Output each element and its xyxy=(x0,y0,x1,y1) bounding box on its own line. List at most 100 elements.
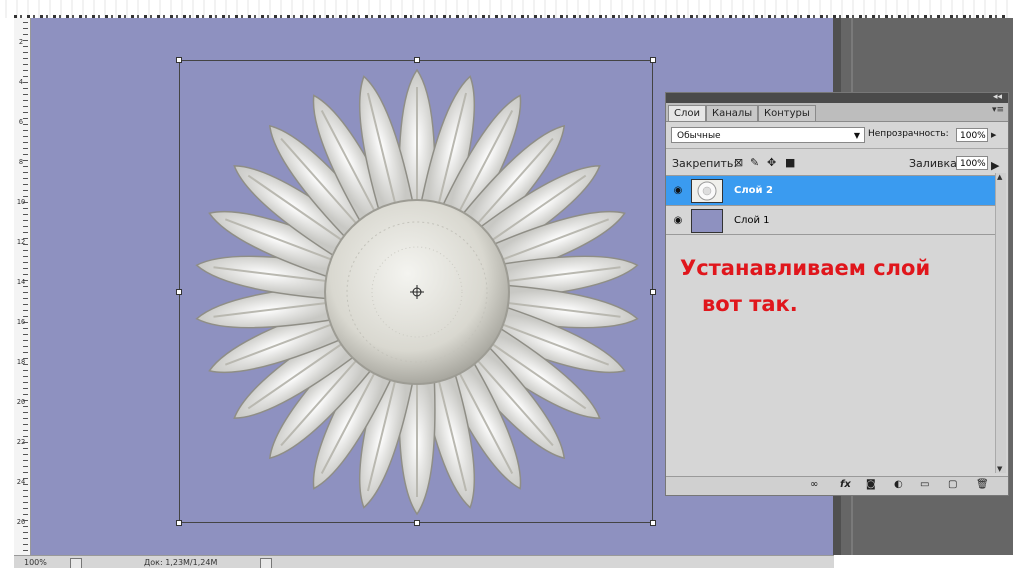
ruler-label: 24 xyxy=(16,478,26,486)
ruler-tick xyxy=(23,214,28,215)
ruler-tick xyxy=(23,346,28,347)
chevron-down-icon: ▼ xyxy=(853,131,860,140)
collapse-panel-icon[interactable]: ◂◂ xyxy=(993,92,1002,102)
ruler-label: 6 xyxy=(18,118,24,126)
ruler-tick xyxy=(23,112,28,113)
transform-handle[interactable] xyxy=(176,57,182,63)
ruler-tick xyxy=(23,448,28,449)
ruler-tick xyxy=(23,550,28,551)
mask-icon[interactable]: ◙ xyxy=(866,479,876,490)
lock-label: Закрепить: xyxy=(672,157,738,170)
ruler-tick xyxy=(23,370,28,371)
ruler-tick xyxy=(23,178,28,179)
ruler-tick xyxy=(23,70,28,71)
ruler-tick xyxy=(23,184,28,185)
opacity-input[interactable]: 100% xyxy=(956,128,988,142)
ruler-tick xyxy=(23,220,28,221)
transform-handle[interactable] xyxy=(650,520,656,526)
lock-row: Закрепить: ⊠ ✎ ✥ ■ Заливка: 100% ▶ xyxy=(666,148,1008,175)
vertical-ruler: 2 4 6 8 10 12 14 16 18 20 22 24 26 xyxy=(14,18,31,558)
transform-handle[interactable] xyxy=(414,520,420,526)
scroll-up-icon[interactable]: ▲ xyxy=(997,173,1002,181)
ruler-tick xyxy=(23,382,28,383)
ruler-tick xyxy=(23,418,28,419)
blend-mode-value: Обычные xyxy=(677,131,721,141)
tab-channels[interactable]: Каналы xyxy=(706,105,759,121)
torn-edge-top xyxy=(0,0,1028,18)
layer-name[interactable]: Слой 1 xyxy=(734,215,770,226)
layer-name[interactable]: Слой 2 xyxy=(734,185,773,196)
ruler-tick xyxy=(23,304,28,305)
lock-all-icon[interactable]: ■ xyxy=(785,156,795,169)
ruler-tick xyxy=(23,142,28,143)
group-icon[interactable]: ▭ xyxy=(920,479,929,490)
ruler-tick xyxy=(23,130,28,131)
ruler-tick xyxy=(23,208,28,209)
link-icon[interactable]: ∞ xyxy=(810,479,818,490)
ruler-tick xyxy=(23,58,28,59)
transform-handle[interactable] xyxy=(176,289,182,295)
layers-scrollbar[interactable]: ▲ ▼ xyxy=(995,173,1006,473)
ruler-tick xyxy=(23,88,28,89)
eye-icon[interactable]: ◉ xyxy=(670,184,686,197)
layer-row-2[interactable]: ◉ Слой 2 xyxy=(666,175,996,205)
eye-icon[interactable]: ◉ xyxy=(670,214,686,227)
layer-row-1[interactable]: ◉ Слой 1 xyxy=(666,205,996,235)
fx-icon[interactable]: fx xyxy=(840,479,851,490)
torn-edge-right xyxy=(1013,0,1028,583)
transform-handle[interactable] xyxy=(650,289,656,295)
ruler-tick xyxy=(23,502,28,503)
transform-handle[interactable] xyxy=(650,57,656,63)
ruler-tick xyxy=(23,394,28,395)
ruler-tick xyxy=(23,136,28,137)
ruler-tick xyxy=(23,532,28,533)
ruler-label: 12 xyxy=(16,238,26,246)
ruler-tick xyxy=(23,262,28,263)
ruler-tick xyxy=(23,316,28,317)
ruler-tick xyxy=(23,514,28,515)
ruler-tick xyxy=(23,472,28,473)
ruler-tick xyxy=(23,64,28,65)
lock-brush-icon[interactable]: ✎ xyxy=(750,156,759,169)
ruler-tick xyxy=(23,166,28,167)
ruler-tick xyxy=(23,496,28,497)
trash-icon[interactable]: 🗑 xyxy=(976,479,989,490)
annotation-line-2: вот так. xyxy=(702,292,798,316)
ruler-tick xyxy=(23,544,28,545)
opacity-dropdown-icon[interactable]: ▶ xyxy=(991,131,996,139)
ruler-tick xyxy=(23,172,28,173)
blend-mode-select[interactable]: Обычные ▼ xyxy=(671,127,865,143)
zoom-level[interactable]: 100% xyxy=(24,558,47,567)
adjustment-icon[interactable]: ◐ xyxy=(894,479,903,490)
ruler-tick xyxy=(23,508,28,509)
ruler-tick xyxy=(23,22,28,23)
panel-title-bar[interactable]: ◂◂ xyxy=(666,92,1008,103)
fill-dropdown-icon[interactable]: ▶ xyxy=(991,159,999,172)
tab-layers[interactable]: Слои xyxy=(668,105,706,121)
ruler-tick xyxy=(23,154,28,155)
scroll-down-icon[interactable]: ▼ xyxy=(997,465,1002,473)
layers-list: ◉ Слой 2 ◉ Слой 1 xyxy=(666,175,1008,245)
ruler-label: 4 xyxy=(18,78,24,86)
ruler-tick xyxy=(23,490,28,491)
layer-thumbnail xyxy=(691,209,723,233)
layer-thumbnail xyxy=(691,179,723,203)
transform-center-point[interactable] xyxy=(410,285,424,299)
panel-menu-icon[interactable]: ▾≡ xyxy=(992,105,1004,115)
transform-handle[interactable] xyxy=(176,520,182,526)
ruler-tick xyxy=(23,274,28,275)
ruler-label: 20 xyxy=(16,398,26,406)
fill-input[interactable]: 100% xyxy=(956,156,988,170)
lock-move-icon[interactable]: ✥ xyxy=(767,156,776,169)
tab-paths[interactable]: Контуры xyxy=(758,105,816,121)
lock-transparent-icon[interactable]: ⊠ xyxy=(734,156,743,169)
new-layer-icon[interactable]: ▢ xyxy=(948,479,957,490)
annotation-line-1: Устанавливаем слой xyxy=(680,256,931,280)
ruler-tick xyxy=(23,406,28,407)
ruler-label: 16 xyxy=(16,318,26,326)
ruler-tick xyxy=(23,466,28,467)
torn-edge-bottom xyxy=(0,568,1028,583)
transform-handle[interactable] xyxy=(414,57,420,63)
ruler-tick xyxy=(23,94,28,95)
transform-bounding-box[interactable] xyxy=(176,57,656,526)
